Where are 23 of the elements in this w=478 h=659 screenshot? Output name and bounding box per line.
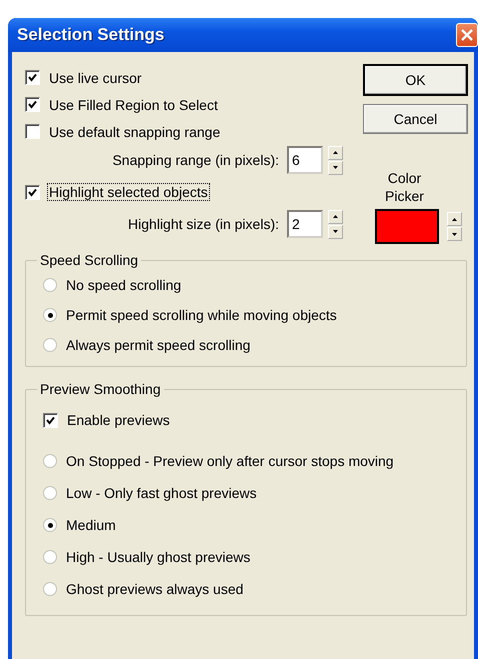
group-title: Preview Smoothing xyxy=(39,381,162,397)
color-picker-label: Color Picker xyxy=(384,169,425,205)
group-title: Speed Scrolling xyxy=(39,252,140,268)
radio-label: Permit speed scrolling while moving objects xyxy=(65,307,338,323)
checkbox-label: Use live cursor xyxy=(48,70,143,86)
radio-label: Ghost previews always used xyxy=(65,581,244,597)
radio-label: On Stopped - Preview only after cursor stops moving xyxy=(65,453,395,469)
radio-label: Always permit speed scrolling xyxy=(65,337,252,353)
checkbox-label: Enable previews xyxy=(66,412,171,428)
highlight-size-field[interactable]: 2 xyxy=(287,210,323,238)
radio-label: Medium xyxy=(65,517,117,533)
window-title: Selection Settings xyxy=(17,25,164,45)
checkbox-label: Highlight selected objects xyxy=(48,184,209,200)
radio-label: No speed scrolling xyxy=(65,277,182,293)
default-button[interactable]: OK xyxy=(363,64,468,96)
radio-label: Low - Only fast ghost previews xyxy=(65,485,258,501)
checkbox-label: Use Filled Region to Select xyxy=(48,96,219,112)
field-label: Highlight size (in pixels): xyxy=(127,216,280,232)
radio-label: High - Usually ghost previews xyxy=(65,549,252,565)
checkbox-label: Use default snapping range xyxy=(48,124,222,140)
dialog-button[interactable]: Cancel xyxy=(363,104,468,134)
field-label: Snapping range (in pixels): xyxy=(111,152,280,168)
snapping-range-field[interactable]: 6 xyxy=(287,146,323,174)
